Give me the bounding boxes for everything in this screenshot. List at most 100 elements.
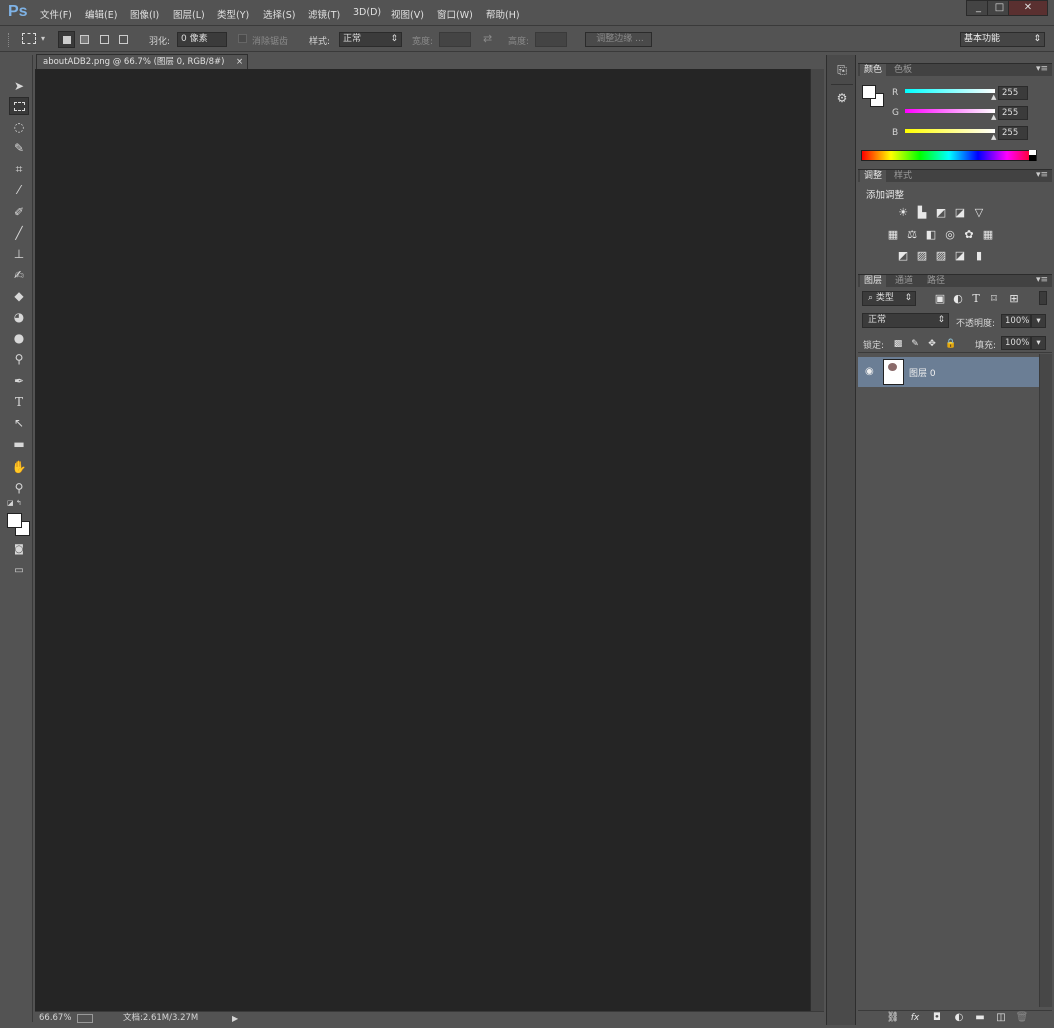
color-fg-swatch[interactable]	[862, 85, 876, 99]
swap-icon[interactable]: ⇄	[483, 32, 492, 45]
type-tool-icon[interactable]: T	[9, 393, 29, 411]
stamp-tool-icon[interactable]: ⊥	[9, 245, 29, 263]
style-select[interactable]: 正常 ⇕	[339, 32, 402, 47]
width-input[interactable]	[439, 32, 471, 47]
subtract-selection-icon[interactable]	[100, 35, 109, 44]
path-select-tool-icon[interactable]: ↖	[9, 414, 29, 432]
filter-toggle[interactable]	[1039, 291, 1047, 305]
posterize-icon[interactable]: ▨	[915, 250, 929, 262]
canvas-area[interactable]	[35, 69, 810, 1011]
tab-layers[interactable]: 图层	[860, 275, 887, 288]
add-mask-icon[interactable]: ◘	[930, 1012, 944, 1024]
hand-tool-icon[interactable]: ✋	[9, 458, 29, 476]
fill-input[interactable]: 100%	[1001, 336, 1031, 350]
brush-tool-icon[interactable]: ╱	[9, 224, 29, 242]
new-group-icon[interactable]: ▬	[973, 1012, 987, 1024]
chevron-down-icon[interactable]: ▾	[41, 34, 45, 43]
eraser-tool-icon[interactable]: ◆	[9, 287, 29, 305]
panel-menu-icon[interactable]: ▾≡	[1036, 64, 1048, 74]
tab-color[interactable]: 颜色	[860, 64, 887, 77]
filter-type-icon[interactable]: T	[969, 293, 983, 305]
menu-view[interactable]: 视图(V)	[391, 7, 424, 21]
slider-g-handle-icon[interactable]: ▲	[991, 113, 996, 121]
screen-mode-icon[interactable]: ▭	[9, 562, 29, 580]
tab-styles[interactable]: 样式	[890, 170, 916, 183]
menu-filter[interactable]: 滤镜(T)	[308, 7, 340, 21]
new-selection-icon[interactable]	[58, 31, 75, 48]
lock-transparent-icon[interactable]: ▩	[891, 338, 905, 350]
channel-b-input[interactable]: 255	[998, 126, 1028, 140]
channel-mixer-icon[interactable]: ✿	[962, 229, 976, 241]
pen-tool-icon[interactable]: ✒	[9, 372, 29, 390]
filter-adjust-icon[interactable]: ◐	[951, 293, 965, 305]
healing-brush-tool-icon[interactable]: ✐	[9, 203, 29, 221]
layer-name[interactable]: 图层 0	[909, 366, 936, 379]
crop-tool-icon[interactable]: ⌗	[9, 160, 29, 178]
brightness-icon[interactable]: ☀	[896, 207, 910, 219]
tab-channels[interactable]: 通道	[891, 275, 917, 288]
status-menu-arrow-icon[interactable]: ▶	[232, 1012, 238, 1025]
tab-swatches[interactable]: 色板	[890, 64, 916, 77]
history-icon[interactable]: ⎘	[831, 63, 853, 85]
feather-input[interactable]: 0 像素	[177, 32, 227, 47]
threshold-icon[interactable]: ▨	[934, 250, 948, 262]
height-input[interactable]	[535, 32, 567, 47]
fx-icon[interactable]: fx	[908, 1012, 922, 1024]
color-balance-icon[interactable]: ⚖	[905, 229, 919, 241]
menu-image[interactable]: 图像(I)	[130, 7, 159, 21]
menu-type[interactable]: 类型(Y)	[217, 7, 249, 21]
rectangle-tool-icon[interactable]: ▬	[9, 435, 29, 453]
menu-3d[interactable]: 3D(D)	[353, 7, 381, 18]
layer-filter-select[interactable]: ⌕ 类型 ⇕	[862, 291, 916, 306]
properties-icon[interactable]: ⚙	[831, 91, 853, 113]
antialias-checkbox[interactable]	[238, 34, 247, 43]
fill-dropdown-icon[interactable]: ▾	[1031, 336, 1046, 350]
eyedropper-tool-icon[interactable]: ⁄	[9, 181, 29, 199]
default-colors-icon[interactable]: ◪ ↰	[7, 499, 22, 507]
channel-g-input[interactable]: 255	[998, 106, 1028, 120]
history-brush-tool-icon[interactable]: ✍	[9, 266, 29, 284]
hue-saturation-icon[interactable]: ▦	[886, 229, 900, 241]
lasso-tool-icon[interactable]: ◌	[9, 118, 29, 136]
link-layers-icon[interactable]: ⛓	[886, 1012, 900, 1024]
selective-color-icon[interactable]: ◪	[953, 250, 967, 262]
menu-layer[interactable]: 图层(L)	[173, 7, 205, 21]
channel-r-input[interactable]: 255	[998, 86, 1028, 100]
foreground-color-swatch[interactable]	[7, 513, 22, 528]
vertical-scrollbar[interactable]	[810, 69, 824, 1011]
curves-icon[interactable]: ◩	[934, 207, 948, 219]
blur-tool-icon[interactable]: ●	[9, 329, 29, 347]
new-adjustment-icon[interactable]: ◐	[952, 1012, 966, 1024]
visibility-eye-icon[interactable]: ◉	[865, 366, 874, 377]
exposure-icon[interactable]: ◪	[953, 207, 967, 219]
tab-adjustments[interactable]: 调整	[860, 170, 887, 183]
photo-filter-icon[interactable]: ◎	[943, 229, 957, 241]
refine-edge-button[interactable]: 调整边缘 ...	[585, 32, 652, 47]
menu-window[interactable]: 窗口(W)	[437, 7, 473, 21]
move-tool-icon[interactable]: ➤	[9, 77, 29, 95]
black-white-icon[interactable]: ◧	[924, 229, 938, 241]
invert-icon[interactable]: ◩	[896, 250, 910, 262]
quick-mask-icon[interactable]: ◙	[9, 541, 29, 559]
channel-b-slider[interactable]	[905, 129, 995, 133]
panel-menu-icon[interactable]: ▾≡	[1036, 170, 1048, 180]
levels-icon[interactable]: ▙	[915, 207, 929, 219]
menu-select[interactable]: 选择(S)	[263, 7, 295, 21]
close-button[interactable]: ✕	[1008, 0, 1048, 16]
paint-bucket-tool-icon[interactable]: ◕	[9, 308, 29, 326]
add-selection-icon[interactable]	[80, 35, 89, 44]
filter-shape-icon[interactable]: ⌑	[987, 293, 1001, 305]
marquee-preset-icon[interactable]	[22, 33, 36, 44]
lock-all-icon[interactable]: 🔒	[944, 338, 958, 350]
zoom-tool-icon[interactable]: ⚲	[9, 479, 29, 497]
zoom-level[interactable]: 66.67%	[39, 1012, 71, 1025]
document-tab[interactable]: aboutADB2.png @ 66.7% (图层 0, RGB/8#) ×	[36, 54, 248, 69]
menu-file[interactable]: 文件(F)	[40, 7, 72, 21]
opacity-input[interactable]: 100%	[1001, 314, 1031, 328]
channel-r-slider[interactable]	[905, 89, 995, 93]
menu-edit[interactable]: 编辑(E)	[85, 7, 117, 21]
filter-pixel-icon[interactable]: ▣	[933, 293, 947, 305]
gradient-map-icon[interactable]: ▮	[972, 250, 986, 262]
slider-b-handle-icon[interactable]: ▲	[991, 133, 996, 141]
marquee-tool-icon[interactable]	[9, 97, 29, 115]
